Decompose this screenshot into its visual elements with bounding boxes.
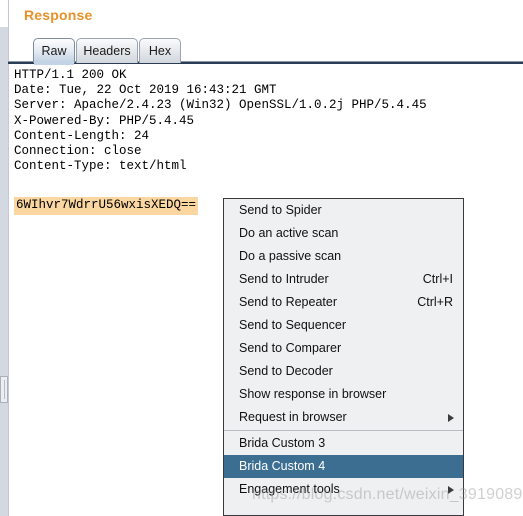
tab-headers[interactable]: Headers: [76, 38, 138, 63]
menu-item-label: Brida Custom 3: [239, 436, 326, 450]
menu-item-do-an-active-scan[interactable]: Do an active scan: [224, 222, 463, 245]
menu-item-request-in-browser[interactable]: Request in browser: [224, 406, 463, 429]
menu-item-label: Send to Decoder: [239, 364, 333, 378]
menu-item-label: Send to Repeater: [239, 295, 337, 309]
menu-item-label: Request in browser: [239, 410, 347, 424]
tab-hex[interactable]: Hex: [139, 38, 181, 63]
left-gutter: [0, 0, 9, 516]
menu-item-label: Engagement tools: [239, 482, 340, 496]
tab-raw[interactable]: Raw: [33, 38, 75, 65]
menu-separator: [224, 430, 463, 431]
menu-item-send-to-spider[interactable]: Send to Spider: [224, 199, 463, 222]
menu-item-label: Do a passive scan: [239, 249, 342, 263]
menu-item-label: Send to Spider: [239, 203, 322, 217]
menu-item-label: Do an active scan: [239, 226, 339, 240]
panel-splitter-handle[interactable]: [0, 376, 8, 403]
menu-item-label: Brida Custom 4: [239, 459, 326, 473]
menu-item-send-to-sequencer[interactable]: Send to Sequencer: [224, 314, 463, 337]
response-headers-text: HTTP/1.1 200 OK Date: Tue, 22 Oct 2019 1…: [14, 68, 427, 174]
response-tab-strip: Raw Headers Hex: [8, 37, 523, 65]
menu-item-show-response-in-browser[interactable]: Show response in browser: [224, 383, 463, 406]
menu-item-engagement-tools[interactable]: Engagement tools: [224, 478, 463, 501]
menu-item-shortcut: Ctrl+I: [422, 272, 453, 286]
menu-item-label: Show response in browser: [239, 387, 387, 401]
menu-item-label: Send to Sequencer: [239, 318, 347, 332]
left-gutter-top-cap: [0, 0, 8, 27]
menu-item-label: Send to Intruder: [239, 272, 329, 286]
chevron-right-icon: [448, 414, 454, 422]
menu-item-brida-custom-4[interactable]: Brida Custom 4: [224, 455, 463, 478]
menu-item-send-to-comparer[interactable]: Send to Comparer: [224, 337, 463, 360]
menu-item-brida-custom-3[interactable]: Brida Custom 3: [224, 432, 463, 455]
menu-item-send-to-decoder[interactable]: Send to Decoder: [224, 360, 463, 383]
menu-item-shortcut: Ctrl+R: [417, 295, 453, 309]
page-title: Response: [24, 7, 93, 23]
menu-item-send-to-intruder[interactable]: Send to Intruder Ctrl+I: [224, 268, 463, 291]
context-menu[interactable]: Send to Spider Do an active scan Do a pass…: [223, 198, 464, 516]
chevron-right-icon: [448, 486, 454, 494]
menu-item-do-a-passive-scan[interactable]: Do a passive scan: [224, 245, 463, 268]
response-body-selected-text[interactable]: 6WIhvr7WdrrU56wxisXEDQ==: [14, 197, 199, 215]
menu-item-label: Send to Comparer: [239, 341, 342, 355]
menu-item-send-to-repeater[interactable]: Send to Repeater Ctrl+R: [224, 291, 463, 314]
